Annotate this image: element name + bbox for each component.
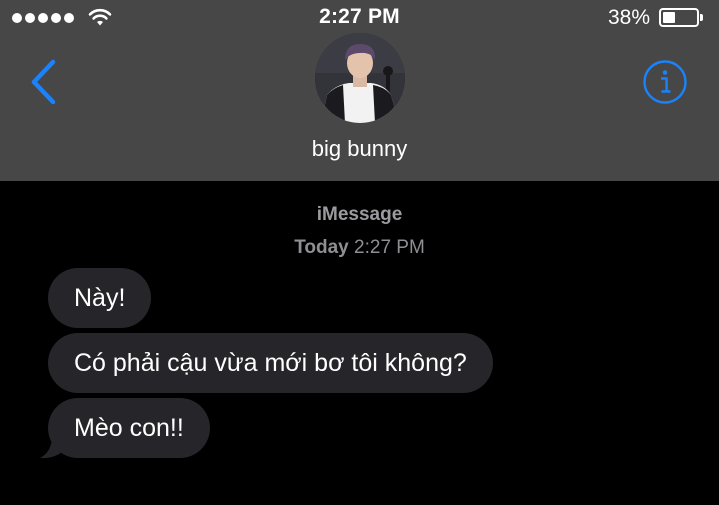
battery-terminal — [700, 14, 703, 21]
back-button[interactable] — [24, 56, 64, 108]
info-icon — [643, 60, 687, 104]
battery-level-fill — [663, 12, 675, 23]
message-timestamp: Today 2:27 PM — [0, 237, 719, 259]
status-bar: 2:27 PM 38% — [0, 0, 719, 36]
battery-percentage: 38% — [607, 6, 650, 29]
conversation-header: 2:27 PM 38% big bunny — [0, 0, 719, 181]
timestamp-day: Today — [294, 237, 349, 258]
info-button[interactable] — [642, 59, 688, 105]
chevron-left-icon — [31, 59, 56, 105]
messages-screen: 2:27 PM 38% big bunny iMessage Today 2:2… — [0, 0, 719, 505]
timestamp-time: 2:27 PM — [354, 237, 425, 258]
incoming-message-bubble[interactable]: Mèo con!! — [48, 398, 210, 458]
contact-avatar[interactable] — [315, 33, 405, 123]
contact-name[interactable]: big bunny — [0, 136, 719, 162]
contact-photo — [315, 33, 405, 123]
incoming-message-bubble[interactable]: Có phải cậu vừa mới bơ tôi không? — [48, 333, 493, 393]
service-label: iMessage — [316, 204, 403, 225]
battery-icon — [659, 8, 699, 27]
incoming-message-bubble[interactable]: Này! — [48, 268, 152, 328]
